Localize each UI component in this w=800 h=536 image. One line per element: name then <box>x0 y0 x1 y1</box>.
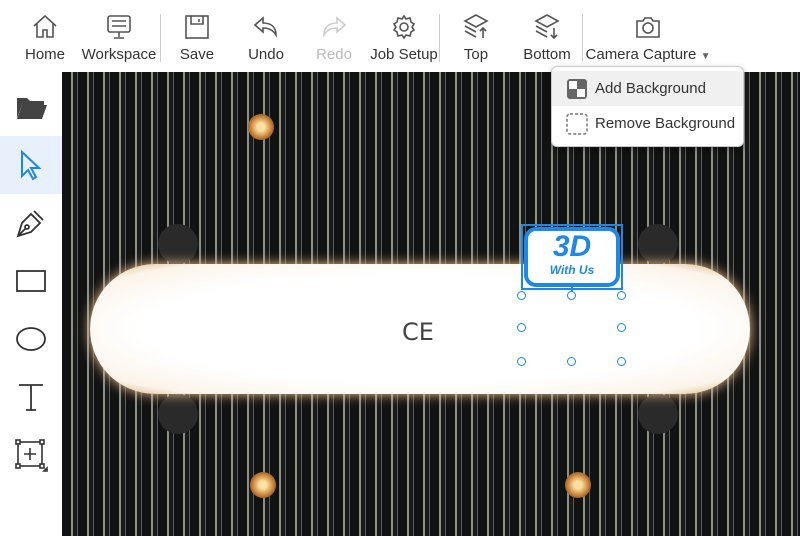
led <box>248 114 274 140</box>
frame-icon <box>15 439 48 472</box>
select-tool[interactable] <box>0 136 62 194</box>
label: Job Setup <box>370 46 438 63</box>
label: Save <box>179 46 215 63</box>
label: Camera Capture ▼ <box>586 46 711 63</box>
bottom-button[interactable]: Bottom <box>512 0 582 72</box>
add-background-icon <box>567 78 587 99</box>
undo-button[interactable]: Undo <box>233 0 299 72</box>
label: Undo <box>248 46 284 63</box>
save-button[interactable]: Save <box>161 0 233 72</box>
resize-handle[interactable] <box>517 291 526 300</box>
knob <box>638 224 678 264</box>
logo-text: 3D <box>552 230 592 263</box>
chevron-down-icon: ▼ <box>700 51 711 62</box>
undo-icon <box>253 16 277 38</box>
label: Bottom <box>523 46 571 63</box>
rectangle-tool[interactable] <box>0 252 62 310</box>
redo-icon <box>323 16 347 38</box>
text-tool[interactable] <box>0 368 62 426</box>
resize-handle[interactable] <box>567 291 576 300</box>
resize-handle[interactable] <box>567 357 576 366</box>
pointer-icon <box>21 149 42 181</box>
job-setup-button[interactable]: Job Setup <box>369 0 439 72</box>
pen-icon <box>16 210 44 238</box>
ce-mark: CE <box>402 318 434 346</box>
logo-subtext: With Us <box>549 263 595 277</box>
top-toolbar: Home Workspace Save Undo Redo Job Setup … <box>0 0 800 72</box>
ellipse-tool[interactable] <box>0 310 62 368</box>
resize-handle[interactable] <box>617 357 626 366</box>
layers-down-icon <box>534 14 560 40</box>
label-text: Camera Capture <box>585 46 697 63</box>
knob <box>638 394 678 434</box>
knob <box>158 224 198 264</box>
resize-handle[interactable] <box>517 323 526 332</box>
knob <box>158 394 198 434</box>
open-tool[interactable] <box>0 78 62 136</box>
resize-handle[interactable] <box>517 357 526 366</box>
label: Workspace <box>81 46 157 63</box>
frame-tool[interactable] <box>0 426 62 484</box>
menu-item-add-background[interactable]: Add Background <box>552 71 743 106</box>
resize-handle[interactable] <box>617 323 626 332</box>
workspace-icon <box>107 15 131 39</box>
folder-icon <box>17 98 47 119</box>
logo-object[interactable]: 3D With Us <box>524 227 620 287</box>
camera-capture-menu: Add Background Remove Background <box>551 66 744 147</box>
save-icon <box>185 15 209 39</box>
label: Redo <box>316 46 352 63</box>
home-button[interactable]: Home <box>20 0 70 72</box>
home-icon <box>33 14 57 38</box>
layers-up-icon <box>463 14 489 38</box>
redo-button[interactable]: Redo <box>299 0 369 72</box>
pen-tool[interactable] <box>0 194 62 252</box>
rectangle-icon <box>16 270 46 292</box>
led <box>250 472 276 498</box>
workspace-button[interactable]: Workspace <box>78 0 160 72</box>
label: Top <box>463 46 489 63</box>
label: Add Background <box>595 80 706 97</box>
camera-capture-button[interactable]: Camera Capture ▼ <box>583 0 713 72</box>
led <box>565 472 591 498</box>
menu-item-remove-background[interactable]: Remove Background <box>552 106 743 141</box>
resize-handle[interactable] <box>617 291 626 300</box>
gear-icon <box>392 14 416 40</box>
top-button[interactable]: Top <box>440 0 512 72</box>
left-toolbar <box>0 78 62 536</box>
camera-icon <box>636 17 660 38</box>
label: Home <box>24 46 65 63</box>
label: Remove Background <box>595 115 736 132</box>
remove-background-icon <box>566 112 588 135</box>
text-icon <box>19 384 43 411</box>
ellipse-icon <box>16 327 46 351</box>
